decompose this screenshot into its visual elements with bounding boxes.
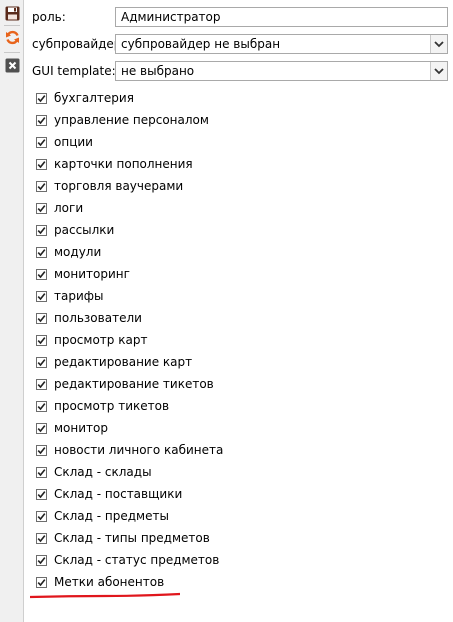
permission-label: Метки абонентов: [54, 575, 165, 589]
permission-label: Склад - предметы: [54, 509, 169, 523]
permission-label: мониторинг: [54, 267, 130, 281]
close-icon[interactable]: [5, 58, 20, 73]
left-toolbar: [0, 0, 24, 622]
permission-checkbox[interactable]: [36, 291, 47, 302]
permission-label: карточки пополнения: [54, 157, 193, 171]
template-value: не выбрано: [121, 64, 195, 78]
permission-checkbox[interactable]: [36, 269, 47, 280]
permission-checkbox[interactable]: [36, 555, 47, 566]
permission-label: Склад - типы предметов: [54, 531, 210, 545]
permission-label: новости личного кабинета: [54, 443, 224, 457]
permission-label: пользователи: [54, 311, 142, 325]
permission-label: тарифы: [54, 289, 104, 303]
permission-checkbox[interactable]: [36, 247, 47, 258]
permission-checkbox[interactable]: [36, 533, 47, 544]
permission-checkbox[interactable]: [36, 159, 47, 170]
chevron-down-icon[interactable]: [430, 35, 447, 53]
template-select[interactable]: не выбрано: [115, 61, 448, 81]
permission-label: просмотр тикетов: [54, 399, 170, 413]
permission-checkbox[interactable]: [36, 489, 47, 500]
chevron-down-icon[interactable]: [430, 62, 447, 80]
toolbar-separator: [4, 25, 20, 26]
permission-checkbox[interactable]: [36, 203, 47, 214]
subprovider-select[interactable]: субпровайдер не выбран: [115, 34, 448, 54]
permission-checkbox[interactable]: [36, 115, 47, 126]
subprovider-value: субпровайдер не выбран: [121, 37, 281, 51]
permission-label: опции: [54, 135, 93, 149]
permission-checkbox[interactable]: [36, 467, 47, 478]
permission-label: Склад - поставщики: [54, 487, 183, 501]
permission-checkbox[interactable]: [36, 181, 47, 192]
permission-checkbox[interactable]: [36, 423, 47, 434]
role-label: роль:: [32, 10, 66, 24]
permission-label: модули: [54, 245, 102, 259]
permission-label: торговля ваучерами: [54, 179, 184, 193]
permission-checkbox[interactable]: [36, 379, 47, 390]
red-underline-annotation: [30, 592, 180, 599]
permission-checkbox[interactable]: [36, 401, 47, 412]
permission-label: просмотр карт: [54, 333, 148, 347]
permission-label: Склад - статус предметов: [54, 553, 220, 567]
subprovider-label: субпровайдер:: [32, 37, 126, 51]
permission-checkbox[interactable]: [36, 225, 47, 236]
role-field-box: [115, 7, 448, 27]
permission-checkbox[interactable]: [36, 577, 47, 588]
role-form: роль: субпровайдер: субпровайдер не выбр…: [24, 0, 453, 622]
permission-label: рассылки: [54, 223, 115, 237]
permission-label: Склад - склады: [54, 465, 152, 479]
permission-checkbox[interactable]: [36, 357, 47, 368]
permission-label: монитор: [54, 421, 108, 435]
role-input[interactable]: [116, 8, 441, 26]
permission-checkbox[interactable]: [36, 137, 47, 148]
refresh-icon[interactable]: [5, 30, 20, 45]
permission-checkbox[interactable]: [36, 335, 47, 346]
permission-label: логи: [54, 201, 84, 215]
save-icon[interactable]: [5, 6, 20, 21]
permission-label: редактирование тикетов: [54, 377, 214, 391]
permission-checkbox[interactable]: [36, 313, 47, 324]
permission-label: редактирование карт: [54, 355, 193, 369]
template-label: GUI template:: [32, 64, 116, 78]
permission-checkbox[interactable]: [36, 93, 47, 104]
permission-checkbox[interactable]: [36, 511, 47, 522]
toolbar-separator: [4, 52, 20, 53]
permission-label: управление персоналом: [54, 113, 209, 127]
permission-checkbox[interactable]: [36, 445, 47, 456]
permission-label: бухгалтерия: [54, 91, 134, 105]
